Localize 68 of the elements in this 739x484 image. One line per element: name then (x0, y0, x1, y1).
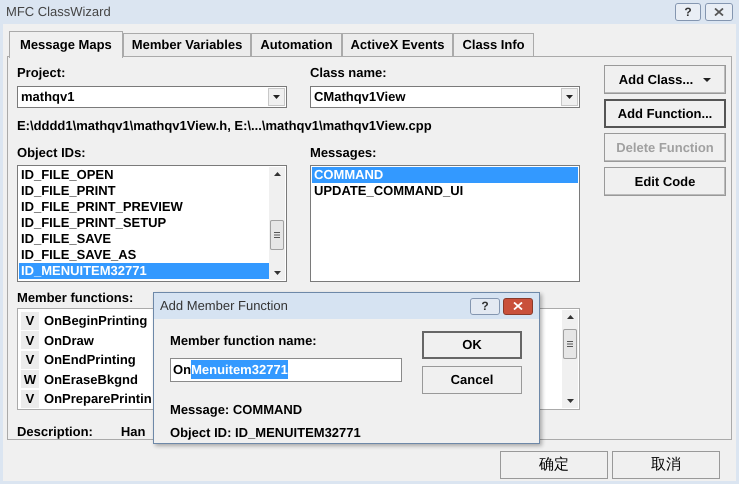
list-item[interactable]: ID_FILE_OPEN (19, 166, 269, 182)
help-button[interactable]: ? (675, 3, 701, 21)
close-icon (513, 302, 523, 310)
scrollbar[interactable] (269, 166, 285, 280)
dropdown-button[interactable] (561, 88, 578, 106)
tab[interactable]: Message Maps (9, 31, 123, 58)
scrollbar-thumb[interactable] (270, 220, 284, 250)
description-text: Han (120, 423, 146, 441)
dropdown-button[interactable] (268, 88, 285, 106)
caret-icon (273, 94, 280, 98)
dialog-title: Add Member Function (160, 297, 288, 316)
scrollbar[interactable] (562, 310, 578, 408)
tab[interactable]: Member Variables (122, 33, 252, 57)
list-item[interactable]: ID_FILE_SAVE_AS (19, 246, 269, 262)
type-label: W (21, 370, 39, 388)
list-box[interactable]: COMMAND UPDATE_COMMAND_UI (310, 164, 580, 282)
list-item[interactable]: ID_FILE_PRINT_PREVIEW (19, 198, 269, 214)
list-label: Object IDs: (17, 144, 87, 162)
list-item[interactable]: OnBeginPrinting (44, 311, 148, 330)
object-id-text: Object ID: ID_MENUITEM32771 (170, 424, 362, 442)
list-item[interactable]: OnEraseBkgnd (44, 370, 138, 389)
type-label: V (21, 390, 39, 408)
list-item[interactable]: ID_FILE_PRINT (19, 182, 269, 198)
scrollbar-thumb[interactable] (563, 329, 577, 359)
side-button[interactable]: Add Function... (604, 99, 726, 128)
dialog-button[interactable]: Cancel (422, 366, 522, 394)
list-label: Member functions: (17, 288, 134, 306)
text-field[interactable]: OnMenuitem32771 (170, 358, 402, 382)
list-item[interactable]: UPDATE_COMMAND_UI (312, 182, 578, 198)
window-title: MFC ClassWizard (6, 3, 111, 22)
field-label: Class name: (310, 64, 388, 82)
tab[interactable]: Automation (251, 33, 342, 57)
side-button[interactable]: Add Class... (604, 65, 726, 94)
grip-icon (567, 341, 573, 347)
dialog-button[interactable]: 确定 (500, 451, 608, 479)
caret-icon (703, 78, 712, 82)
field-label: Description: (17, 423, 93, 441)
type-label: V (21, 331, 39, 350)
dialog-button[interactable]: OK (422, 331, 522, 359)
dropdown-field[interactable]: mathqv1 (17, 86, 287, 108)
scroll-up-arrow-icon (274, 172, 280, 176)
list-item[interactable]: OnPreparePrintin (44, 389, 152, 408)
dialog-button[interactable]: 取消 (612, 451, 720, 479)
type-label: V (21, 350, 39, 369)
list-item[interactable]: ID_FILE_SAVE (19, 230, 269, 246)
file-path: E:\dddd1\mathqv1\mathqv1View.h, E:\...\mathqv1\mathqv1View.cpp (17, 116, 433, 135)
side-button[interactable]: Edit Code (604, 167, 726, 196)
message-text: Message: COMMAND (170, 400, 304, 419)
list-item[interactable]: ID_FILE_PRINT_SETUP (19, 214, 269, 230)
grip-icon (274, 232, 280, 238)
field-label: Member function name: (170, 332, 318, 350)
dropdown-field[interactable]: CMathqv1View (310, 86, 580, 108)
list-label: Messages: (310, 144, 378, 162)
scroll-down-arrow-icon (274, 270, 280, 274)
help-button[interactable]: ? (470, 298, 500, 314)
tab[interactable]: ActiveX Events (342, 33, 454, 57)
close-button[interactable] (503, 298, 533, 314)
type-label: V (21, 312, 39, 330)
close-icon (714, 8, 724, 16)
tab[interactable]: Class Info (453, 33, 534, 57)
scroll-down-arrow-icon (566, 399, 574, 403)
list-item[interactable]: OnDraw (44, 330, 94, 350)
list-box[interactable]: ID_FILE_OPEN ID_FILE_PRINT ID_FILE_PRINT_PREVIEW ID_FILE_PRINT_SETUP ID_FILE_SAVE ID_FILE_SAVE_AS ID_MENUITEM32771 (17, 164, 287, 282)
list-item[interactable]: OnEndPrinting (44, 350, 136, 370)
caret-icon (566, 94, 573, 98)
close-button[interactable] (705, 3, 733, 21)
field-label: Project: (17, 64, 66, 82)
scroll-up-arrow-icon (566, 315, 574, 319)
